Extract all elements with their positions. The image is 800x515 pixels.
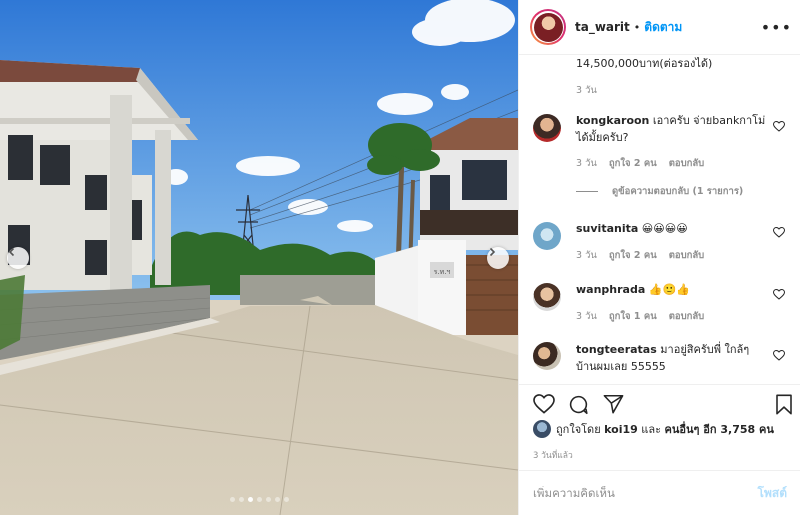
comment-time: 3 วัน <box>576 158 597 169</box>
previous-photo-button[interactable] <box>7 247 29 269</box>
post-photo[interactable]: ร.ท.ฯ <box>0 0 518 515</box>
more-options-icon[interactable]: ••• <box>761 18 792 37</box>
comment-likes[interactable]: ถูกใจ 2 คน <box>609 156 657 171</box>
owner-avatar[interactable] <box>530 9 566 45</box>
likes-prefix: ถูกใจโดย <box>556 423 601 436</box>
previous-comment-text: 14,500,000บาท(ต่อรองได้) <box>576 57 713 70</box>
carousel-dot <box>256 497 262 502</box>
commenter-avatar[interactable] <box>533 114 561 142</box>
comments-list[interactable]: 14,500,000บาท(ต่อรองได้) 3 วัน kongkaroo… <box>519 56 800 384</box>
comment-meta: 3 วัน ถูกใจ 2 คน ตอบกลับ <box>576 156 704 171</box>
reply-button[interactable]: ตอบกลับ <box>669 156 705 171</box>
commenter-avatar[interactable] <box>533 342 561 370</box>
heart-icon[interactable] <box>773 350 785 361</box>
chevron-left-icon <box>8 247 15 257</box>
reply-button[interactable]: ตอบกลับ <box>669 248 705 263</box>
view-replies-button[interactable]: ดูข้อความตอบกลับ (1 รายการ) <box>576 184 743 199</box>
comment-username[interactable]: kongkaroon <box>576 114 649 127</box>
carousel-dot <box>283 497 289 502</box>
comment-username[interactable]: tongteeratas <box>576 343 657 356</box>
comment-text: 👍🙂👍 <box>648 283 690 296</box>
post-timestamp: 3 วันที่แล้ว <box>533 451 573 461</box>
view-replies-line <box>576 191 598 192</box>
comment-icon[interactable] <box>568 394 589 415</box>
comment-time: 3 วัน <box>576 250 597 261</box>
likes-others[interactable]: คนอื่นๆ อีก 3,758 คน <box>665 420 774 438</box>
comment-likes[interactable]: ถูกใจ 2 คน <box>609 248 657 263</box>
post-comment-button[interactable]: โพสต์ <box>758 484 787 503</box>
liker-username[interactable]: koi19 <box>604 423 638 436</box>
send-icon[interactable] <box>603 394 624 414</box>
liker-avatar <box>533 420 551 438</box>
add-comment-bar: โพสต์ <box>519 470 800 515</box>
carousel-dot <box>247 497 253 502</box>
header-separator: • <box>633 20 641 34</box>
heart-icon[interactable] <box>773 121 785 132</box>
previous-comment-time: 3 วัน <box>576 85 597 96</box>
heart-icon[interactable] <box>533 394 555 414</box>
gate-sign-text: ร.ท.ฯ <box>434 268 451 276</box>
instagram-post-view: ร.ท.ฯ ta_warit • ติดตาม ••• 14,500,000บา… <box>0 0 800 515</box>
chevron-right-icon <box>489 247 496 257</box>
carousel-dots <box>0 497 518 502</box>
likes-summary[interactable]: ถูกใจโดย koi19 และ คนอื่นๆ อีก 3,758 คน <box>533 420 774 438</box>
post-header: ta_warit • ติดตาม ••• <box>519 0 800 55</box>
reply-button[interactable]: ตอบกลับ <box>669 309 705 324</box>
carousel-dot <box>274 497 280 502</box>
follow-button[interactable]: ติดตาม <box>644 18 682 37</box>
heart-icon[interactable] <box>773 227 785 238</box>
view-replies-label: ดูข้อความตอบกลับ (1 รายการ) <box>612 186 744 197</box>
carousel-dot <box>229 497 235 502</box>
comment-username[interactable]: wanphrada <box>576 283 645 296</box>
owner-username[interactable]: ta_warit <box>575 20 630 34</box>
comment-time: 3 วัน <box>576 311 597 322</box>
commenter-avatar[interactable] <box>533 283 561 311</box>
comment-username[interactable]: suvitanita <box>576 222 638 235</box>
carousel-dot <box>238 497 244 502</box>
comment-text: 😀😀😀😀 <box>641 222 688 235</box>
comment-input[interactable] <box>533 486 758 500</box>
likes-mid: และ <box>641 423 662 436</box>
bookmark-icon[interactable] <box>775 394 793 415</box>
photo-scene: ร.ท.ฯ <box>0 0 518 515</box>
comment-meta: 3 วัน ถูกใจ 1 คน ตอบกลับ <box>576 309 704 324</box>
next-photo-button[interactable] <box>487 247 509 269</box>
comment-meta: 3 วัน ถูกใจ 2 คน ตอบกลับ <box>576 248 704 263</box>
post-action-bar <box>519 384 800 424</box>
carousel-dot <box>265 497 271 502</box>
comment-likes[interactable]: ถูกใจ 1 คน <box>609 309 657 324</box>
post-side-panel: ta_warit • ติดตาม ••• 14,500,000บาท(ต่อร… <box>518 0 800 515</box>
heart-icon[interactable] <box>773 289 785 300</box>
commenter-avatar[interactable] <box>533 222 561 250</box>
